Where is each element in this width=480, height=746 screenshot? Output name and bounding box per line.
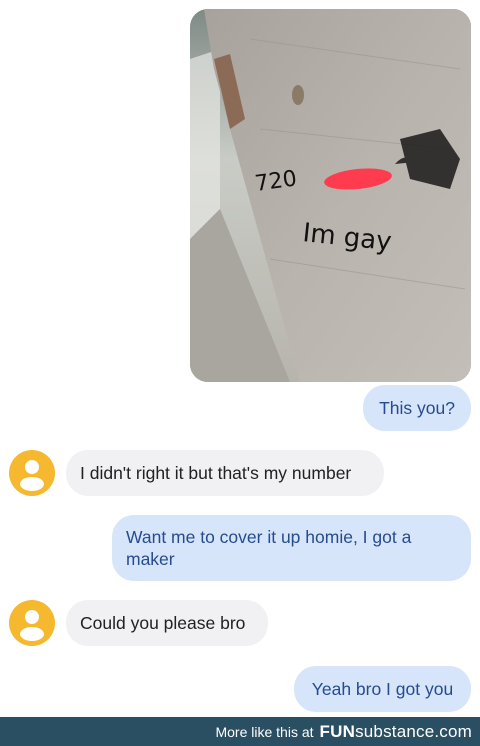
watermark-footer[interactable]: More like this at FUNsubstance.com: [0, 717, 480, 746]
footer-brand-rest: substance.com: [355, 721, 472, 741]
message-text: Yeah bro I got you: [311, 679, 454, 699]
person-icon: [20, 610, 44, 641]
message-outgoing: Want me to cover it up homie, I got a ma…: [112, 515, 471, 581]
footer-text: More like this at: [215, 723, 314, 740]
contact-avatar[interactable]: [9, 450, 55, 496]
message-text: Could you please bro: [80, 613, 246, 633]
footer-brand-bold: FUN: [319, 721, 356, 741]
message-outgoing: This you?: [363, 385, 471, 431]
contact-avatar[interactable]: [9, 600, 55, 646]
message-text: I didn't right it but that's my number: [80, 463, 352, 483]
person-icon: [20, 460, 44, 491]
footer-brand: FUNsubstance.com: [320, 722, 472, 742]
message-incoming: Could you please bro: [66, 600, 268, 646]
message-text: Want me to cover it up homie, I got a ma…: [126, 527, 412, 569]
photo-attachment[interactable]: 720 Im gay: [190, 9, 471, 382]
message-text: This you?: [379, 398, 455, 418]
message-outgoing: Yeah bro I got you: [294, 666, 471, 712]
message-incoming: I didn't right it but that's my number: [66, 450, 384, 496]
